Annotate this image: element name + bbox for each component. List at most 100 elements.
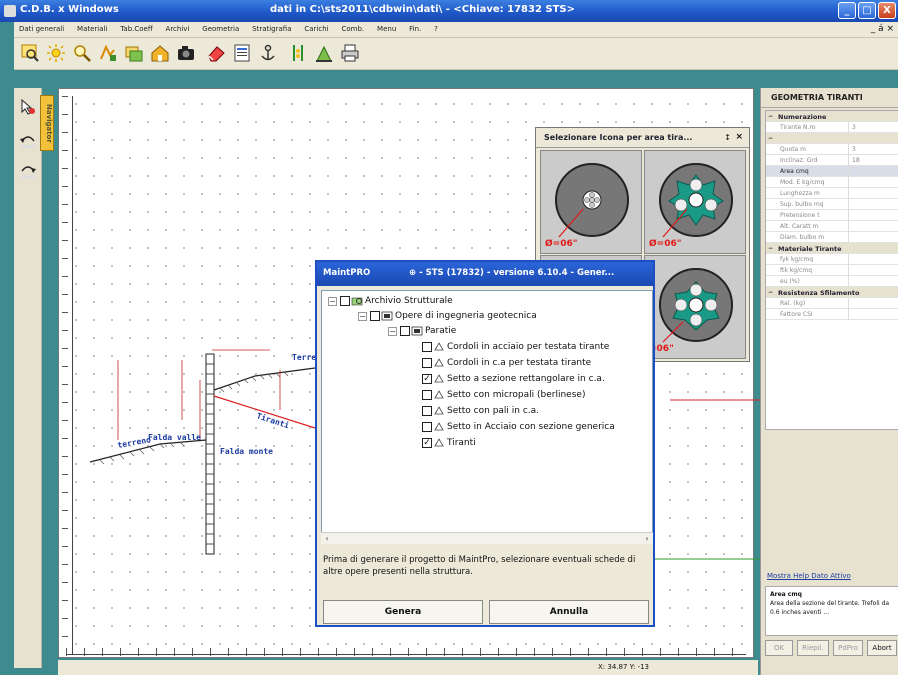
select-tool-icon[interactable] [19, 98, 37, 116]
tree-node-opere[interactable]: − Opere di ingegneria geotecnica [358, 311, 537, 323]
camera-icon[interactable] [176, 43, 196, 63]
menu-geometria[interactable]: Geometria [197, 22, 244, 33]
generate-button[interactable]: Genera [323, 600, 483, 624]
zoom-window-icon[interactable] [20, 43, 40, 63]
menu-tab-coeff[interactable]: Tab.Coeff [115, 22, 157, 33]
element-icon [434, 438, 444, 447]
sun-icon[interactable] [46, 43, 66, 63]
checkbox-checked[interactable]: ✓ [422, 438, 432, 448]
riepilogo-button[interactable]: Riepil. [797, 640, 829, 656]
close-icon[interactable]: × [735, 132, 743, 142]
pin-icon[interactable]: ↕ [724, 133, 731, 142]
collapse-icon[interactable]: − [768, 289, 773, 296]
tree-node-archivio[interactable]: − Archivio Strutturale [328, 296, 453, 308]
falda-valle-label: Falda valle [148, 433, 201, 442]
section-header[interactable]: − Resistenza Sfilamento [766, 287, 898, 298]
property-row[interactable]: Lunghezza m [766, 188, 898, 199]
menu-carichi[interactable]: Carichi [299, 22, 333, 33]
section-header[interactable]: − [766, 133, 898, 144]
redraw-icon[interactable] [98, 43, 118, 63]
report-icon[interactable] [232, 43, 252, 63]
icon-tile-gear[interactable]: Ø=06" [644, 150, 746, 254]
menu-menu[interactable]: Menu [372, 22, 401, 33]
property-row-selected[interactable]: Area cmq [766, 166, 898, 177]
checkbox-checked[interactable]: ✓ [422, 374, 432, 384]
property-row[interactable]: Pretensione t [766, 210, 898, 221]
property-row[interactable]: Alt. Caratt m [766, 221, 898, 232]
menu-stratigrafia[interactable]: Stratigrafia [247, 22, 296, 33]
collapse-icon[interactable]: − [768, 245, 773, 252]
layers-icon[interactable] [124, 43, 144, 63]
property-row[interactable]: Tirante N.ro 3 [766, 122, 898, 133]
menu-help[interactable]: ? [429, 22, 443, 33]
pile-icon[interactable] [288, 43, 308, 63]
collapse-icon[interactable]: − [328, 296, 337, 306]
section-header[interactable]: − Numerazione [766, 111, 898, 122]
close-button[interactable]: X [878, 2, 896, 19]
abort-button[interactable]: Abort [867, 640, 897, 656]
collapse-icon[interactable]: − [388, 326, 397, 336]
dialog-title: ⊕ - STS (17832) - versione 6.10.4 - Gene… [409, 268, 615, 278]
property-row[interactable]: Fattore CSI [766, 309, 898, 320]
checkbox[interactable] [422, 390, 432, 400]
house-icon[interactable] [150, 43, 170, 63]
tree-node-setto-pali[interactable]: Setto con pali in c.a. [422, 406, 539, 418]
pdpro-button[interactable]: PdPro [833, 640, 863, 656]
zoom-icon[interactable] [72, 43, 92, 63]
print-icon[interactable] [340, 43, 360, 63]
navigator-tab[interactable]: Navigator [40, 95, 54, 151]
menu-fin[interactable]: Fin. [404, 22, 426, 33]
anchor-icon[interactable] [258, 43, 278, 63]
checkbox[interactable] [422, 342, 432, 352]
horizontal-scrollbar[interactable]: ‹ › [321, 532, 653, 544]
menu-materiali[interactable]: Materiali [72, 22, 112, 33]
menu-dati-generali[interactable]: Dati generali [14, 22, 69, 33]
maximize-button[interactable]: □ [858, 2, 876, 19]
property-row[interactable]: Sup. bulbo mq [766, 199, 898, 210]
mdi-controls[interactable]: _ á × [871, 24, 894, 34]
property-row[interactable]: eu (%) [766, 276, 898, 287]
icon-tile-four-strand[interactable]: =06" [644, 255, 746, 359]
property-row[interactable]: Quota m3 [766, 144, 898, 155]
property-grid: − Numerazione Tirante N.ro 3 − Quota m3 In… [765, 110, 898, 430]
scroll-right-icon[interactable]: › [641, 533, 653, 545]
undo-icon[interactable] [19, 132, 37, 150]
property-row[interactable]: Ral. (kg) [766, 298, 898, 309]
section-header[interactable]: − Materiale Tirante [766, 243, 898, 254]
soil-icon[interactable] [314, 43, 334, 63]
tree-node-setto-acciaio[interactable]: Setto in Acciaio con sezione generica [422, 422, 615, 434]
tree-node-paratie[interactable]: − Paratie [388, 326, 456, 338]
checkbox[interactable] [340, 296, 350, 306]
property-row[interactable]: Diam. bulbo m [766, 232, 898, 243]
help-link[interactable]: Mostra Help Dato Attivo [767, 572, 851, 580]
checkbox[interactable] [422, 406, 432, 416]
tree-node-cordoli-acciaio[interactable]: Cordoli in acciaio per testata tirante [422, 342, 609, 354]
icon-tile-strand[interactable]: Ø=06" [540, 150, 642, 254]
property-row[interactable]: ftk kg/cmq [766, 265, 898, 276]
property-row[interactable]: Mod. E kg/cmq [766, 177, 898, 188]
checkbox[interactable] [422, 422, 432, 432]
scroll-left-icon[interactable]: ‹ [321, 533, 333, 545]
collapse-icon[interactable]: − [358, 311, 367, 321]
eraser-icon[interactable] [206, 43, 226, 63]
falda-monte-label: Falda monte [220, 447, 273, 456]
tree-node-cordoli-ca[interactable]: Cordoli in c.a per testata tirante [422, 358, 591, 370]
checkbox[interactable] [370, 311, 380, 321]
property-row[interactable]: Inclinaz. Grd 18 [766, 155, 898, 166]
checkbox[interactable] [400, 326, 410, 336]
menu-archivi[interactable]: Archivi [161, 22, 195, 33]
tree-node-tiranti[interactable]: ✓ Tiranti [422, 438, 476, 450]
tree-node-setto-rettangolare[interactable]: ✓ Setto a sezione rettangolare in c.a. [422, 374, 605, 386]
collapse-icon[interactable]: − [768, 113, 773, 120]
menu-comb[interactable]: Comb. [336, 22, 369, 33]
minimize-button[interactable]: _ [838, 2, 856, 19]
cancel-button[interactable]: Annulla [489, 600, 649, 624]
dimension-lines [117, 349, 281, 440]
ok-button[interactable]: OK [765, 640, 793, 656]
vertical-ruler [62, 96, 72, 651]
redo-icon[interactable] [19, 162, 37, 180]
checkbox[interactable] [422, 358, 432, 368]
property-row[interactable]: fyk kg/cmq [766, 254, 898, 265]
tree-node-setto-micropali[interactable]: Setto con micropali (berlinese) [422, 390, 585, 402]
collapse-icon[interactable]: − [768, 135, 773, 142]
